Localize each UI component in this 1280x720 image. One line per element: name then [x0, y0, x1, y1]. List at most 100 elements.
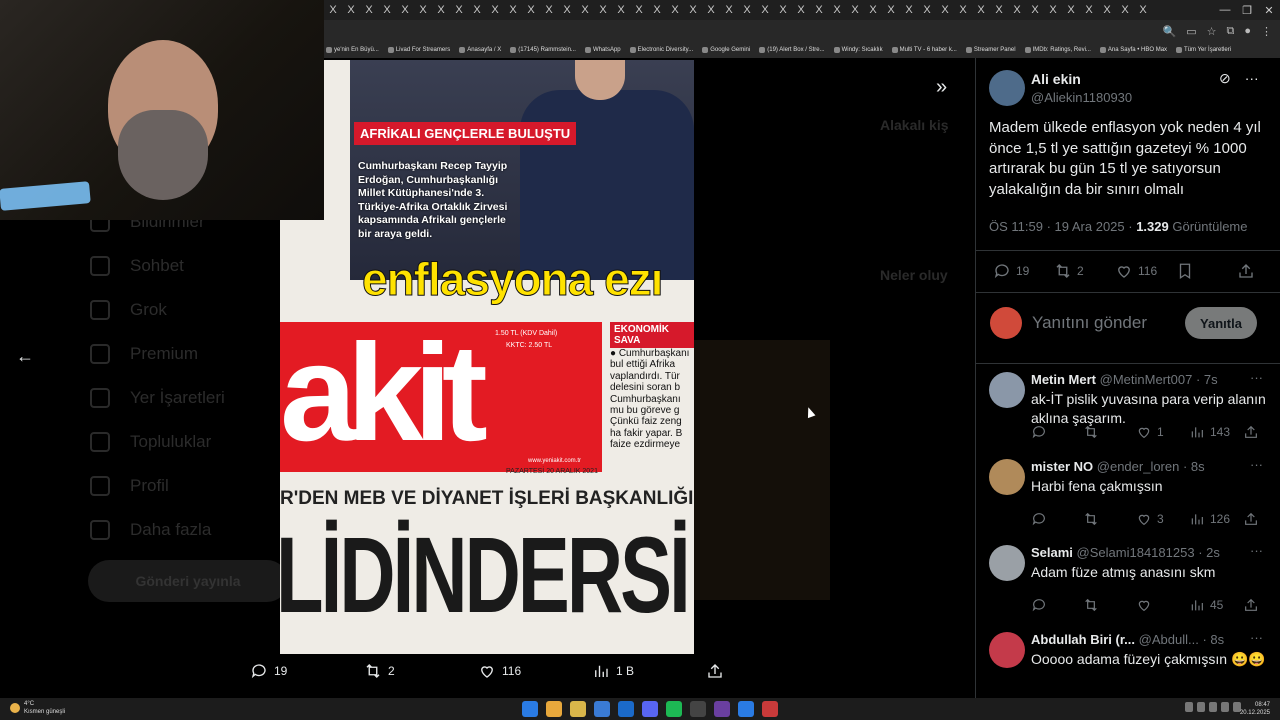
more-options-icon[interactable]: ··· [1250, 543, 1263, 558]
more-options-icon[interactable]: ··· [1245, 70, 1259, 87]
tab-close-icon[interactable]: X [324, 0, 342, 20]
bookmark-item[interactable]: Multi TV - 6 haber k... [891, 47, 957, 53]
profile-icon[interactable]: ● [1244, 25, 1251, 37]
tab-close-icon[interactable]: X [1098, 0, 1116, 20]
app-icon[interactable] [594, 701, 610, 717]
reply-author-name[interactable]: Abdullah Biri (r... [1031, 632, 1135, 647]
author-handle[interactable]: @Aliekin1180930 [1031, 90, 1132, 105]
reply-like-button[interactable] [1136, 597, 1157, 613]
tab-close-icon[interactable]: X [684, 0, 702, 20]
tab-close-icon[interactable]: X [666, 0, 684, 20]
bookmark-item[interactable]: Windy: Sıcaklık [833, 47, 883, 53]
reply-avatar[interactable] [989, 632, 1025, 668]
tab-close-icon[interactable]: X [540, 0, 558, 20]
cast-icon[interactable]: ▭ [1186, 25, 1196, 38]
bookmark-item[interactable]: Anasayfa / X [459, 47, 501, 53]
reply-input[interactable]: Yanıtını gönder [1032, 313, 1147, 333]
bookmark-item[interactable]: (17145) Rammstein... [510, 47, 576, 53]
like-button[interactable]: 116 [1115, 262, 1157, 280]
tab-close-icon[interactable]: X [432, 0, 450, 20]
reply-reply-button[interactable] [1031, 424, 1047, 440]
tab-close-icon[interactable]: X [594, 0, 612, 20]
bookmark-item[interactable]: (19) Alert Box / Stre... [759, 47, 825, 53]
reply-avatar[interactable] [989, 459, 1025, 495]
tray-icon[interactable] [1209, 702, 1217, 712]
more-options-icon[interactable]: ··· [1250, 457, 1263, 472]
reply-item[interactable]: mister NO @ender_loren · 8s ··· Harbi fena… [976, 455, 1280, 541]
media-share-button[interactable] [706, 662, 724, 680]
bookmark-item[interactable]: Electronic Diversity... [629, 47, 693, 53]
tab-close-icon[interactable]: X [990, 0, 1008, 20]
author-name[interactable]: Ali ekin [1031, 71, 1081, 87]
reply-author-name[interactable]: Metin Mert [1031, 372, 1096, 387]
tab-close-icon[interactable]: X [360, 0, 378, 20]
folder-icon[interactable] [570, 701, 586, 717]
grok-icon[interactable]: ⊘ [1219, 70, 1231, 87]
bookmark-item[interactable]: Tüm Yer İşaretleri [1176, 47, 1231, 53]
reply-avatar[interactable] [989, 372, 1025, 408]
tab-close-icon[interactable]: X [450, 0, 468, 20]
bookmark-item[interactable]: WhatsApp [584, 47, 621, 53]
tweet-timestamp[interactable]: ÖS 11:59 · 19 Ara 2025 · [989, 219, 1136, 234]
expand-panel-icon[interactable]: » [936, 76, 947, 99]
reply-author-handle[interactable]: @Abdull... [1139, 632, 1199, 647]
tab-close-icon[interactable]: X [1026, 0, 1044, 20]
tab-close-icon[interactable]: X [396, 0, 414, 20]
author-avatar[interactable] [989, 70, 1025, 106]
tab-close-icon[interactable]: X [414, 0, 432, 20]
reply-button[interactable]: 19 [993, 262, 1029, 280]
tab-close-icon[interactable]: X [972, 0, 990, 20]
maximize-icon[interactable]: ❐ [1236, 4, 1258, 17]
menu-icon[interactable]: ⋮ [1261, 25, 1272, 38]
tab-close-icon[interactable]: X [486, 0, 504, 20]
tab-close-icon[interactable]: X [954, 0, 972, 20]
reply-repost-button[interactable] [1083, 597, 1099, 613]
reply-repost-button[interactable] [1083, 424, 1099, 440]
tab-close-icon[interactable]: X [864, 0, 882, 20]
tab-close-icon[interactable]: X [576, 0, 594, 20]
tab-close-icon[interactable]: X [936, 0, 954, 20]
tray-icon[interactable] [1221, 702, 1229, 712]
weather-widget[interactable]: 4°C Kısmen güneşli [10, 700, 65, 716]
repost-button[interactable]: 2 [1054, 262, 1084, 280]
tab-close-icon[interactable]: X [882, 0, 900, 20]
reply-author-name[interactable]: mister NO [1031, 459, 1093, 474]
reply-views-button[interactable]: 143 [1189, 424, 1230, 440]
star-icon[interactable]: ☆ [1207, 25, 1217, 38]
bookmark-item[interactable]: IMDb: Ratings, Revi... [1024, 47, 1091, 53]
tab-close-icon[interactable]: X [792, 0, 810, 20]
tab-close-icon[interactable]: X [828, 0, 846, 20]
app-icon[interactable] [690, 701, 706, 717]
more-options-icon[interactable]: ··· [1250, 370, 1263, 385]
extensions-icon[interactable]: ⧉ [1226, 25, 1234, 38]
reply-item[interactable]: Metin Mert @MetinMert007 · 7s ··· ak-İT pi… [976, 368, 1280, 454]
start-icon[interactable] [522, 701, 538, 717]
tab-close-icon[interactable]: X [378, 0, 396, 20]
discord-icon[interactable] [642, 701, 658, 717]
reply-share-button[interactable] [1243, 424, 1259, 440]
app-icon[interactable] [738, 701, 754, 717]
tab-close-icon[interactable]: X [918, 0, 936, 20]
reply-author-handle[interactable]: @ender_loren [1097, 459, 1180, 474]
tray-icon[interactable] [1197, 702, 1205, 712]
reply-author-name[interactable]: Selami [1031, 545, 1073, 560]
bookmark-item[interactable]: Google Gemini [702, 47, 750, 53]
tab-close-icon[interactable]: X [1062, 0, 1080, 20]
share-button[interactable] [1237, 262, 1255, 280]
reply-author-handle[interactable]: @Selami184181253 [1077, 545, 1195, 560]
reply-views-button[interactable]: 126 [1189, 511, 1230, 527]
tab-close-icon[interactable]: X [612, 0, 630, 20]
bookmark-button[interactable] [1176, 262, 1194, 280]
media-like-button[interactable]: 116 [478, 662, 521, 680]
reply-author-handle[interactable]: @MetinMert007 [1100, 372, 1193, 387]
tab-close-icon[interactable]: X [504, 0, 522, 20]
tab-close-icon[interactable]: X [702, 0, 720, 20]
more-options-icon[interactable]: ··· [1250, 630, 1263, 645]
media-reply-button[interactable]: 19 [250, 662, 287, 680]
reply-repost-button[interactable] [1083, 511, 1099, 527]
bookmark-item[interactable]: ye'nin En Büyü... [326, 47, 379, 53]
tab-close-icon[interactable]: X [1080, 0, 1098, 20]
steam-icon[interactable] [618, 701, 634, 717]
chrome-icon[interactable] [546, 701, 562, 717]
tab-close-icon[interactable]: X [738, 0, 756, 20]
